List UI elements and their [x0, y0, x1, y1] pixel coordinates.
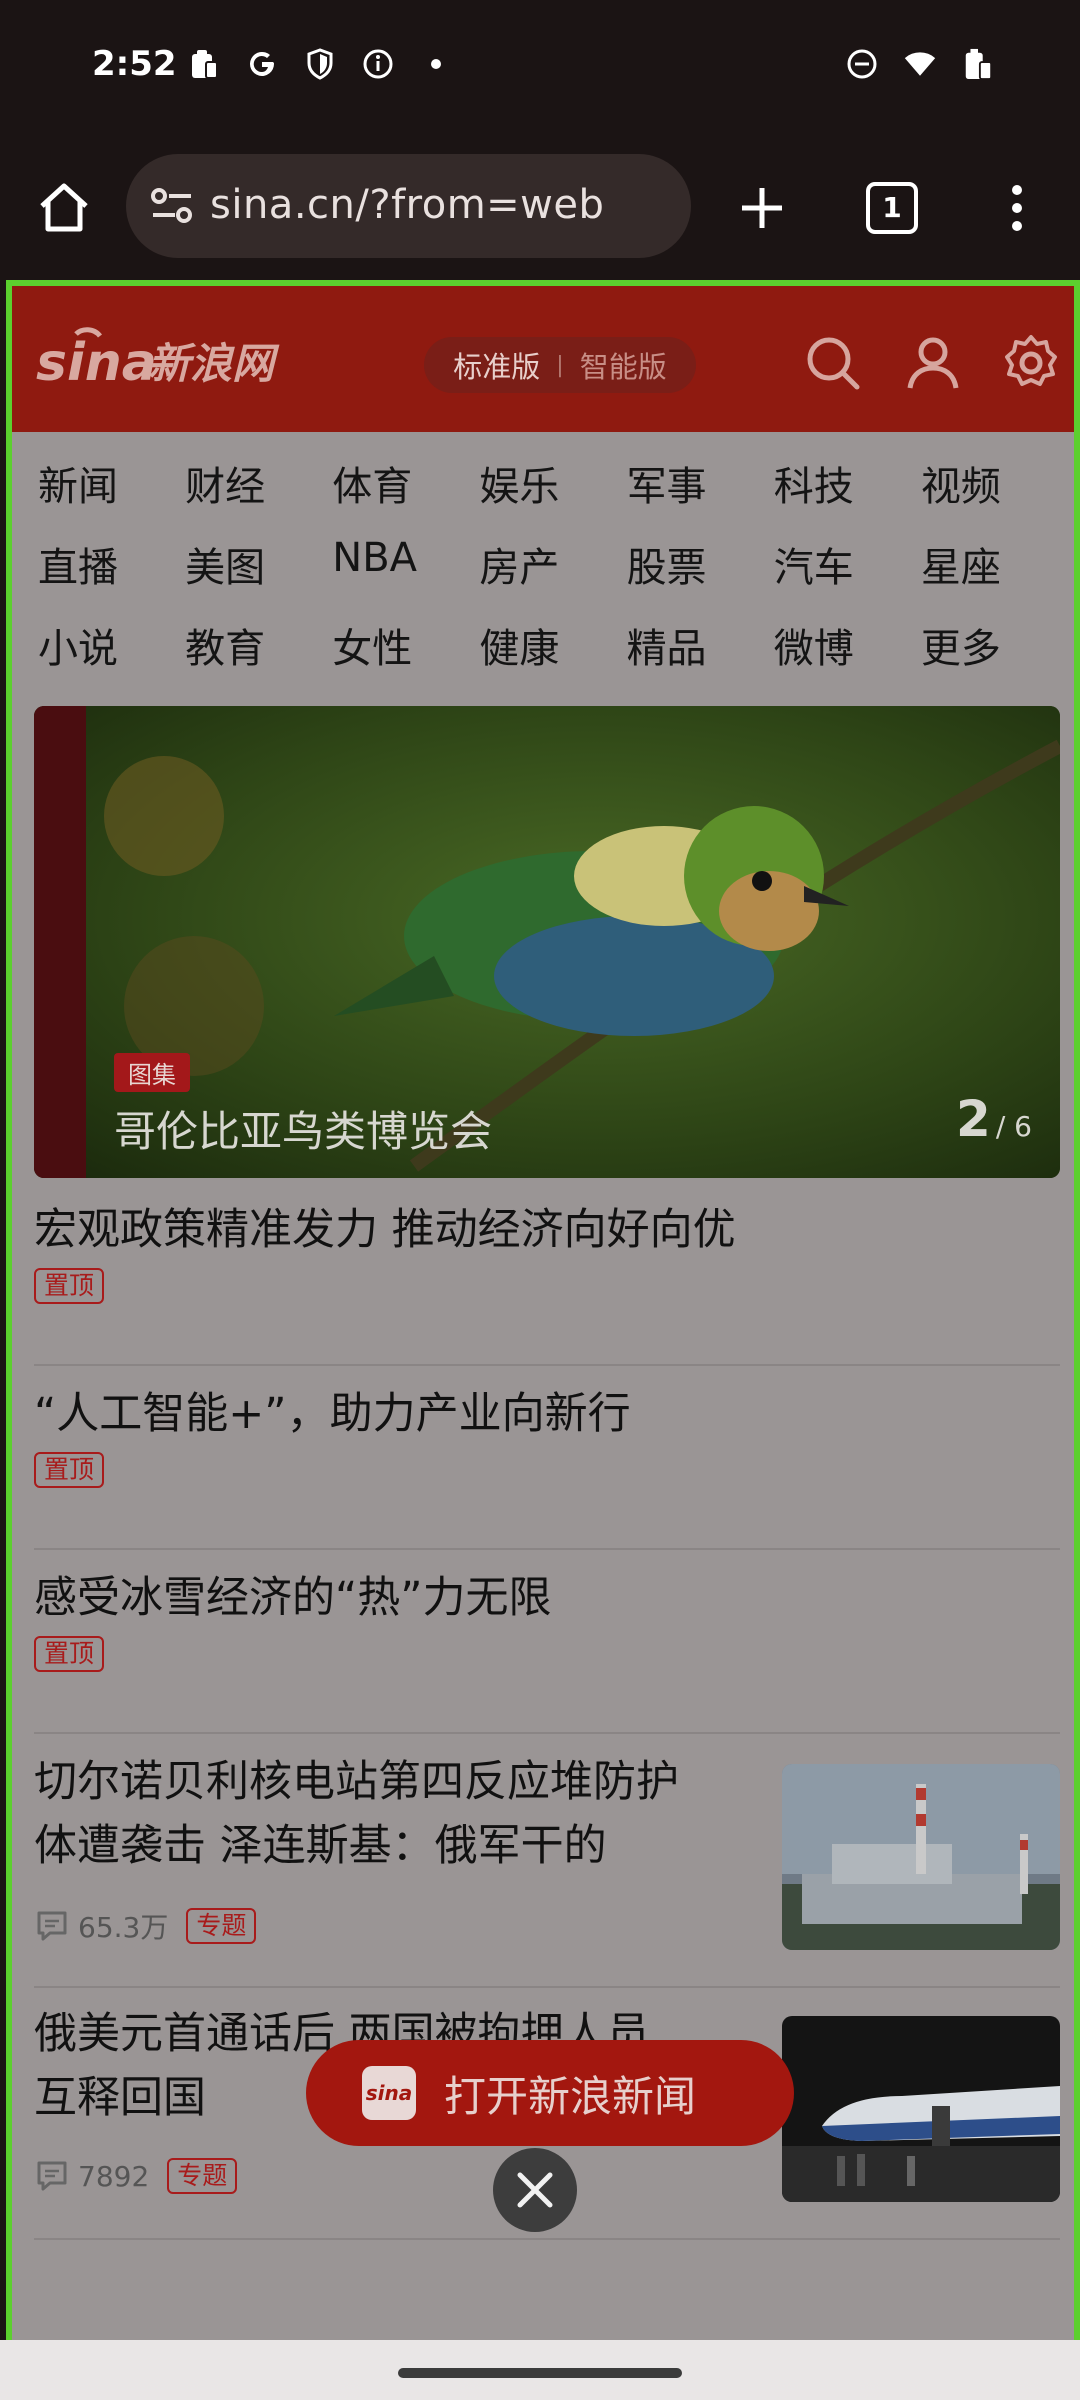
open-app-label: 打开新浪新闻 — [444, 2071, 697, 2121]
sina-app-icon: sina — [362, 2066, 416, 2120]
clipboard-icon — [188, 48, 220, 80]
nav-item-sports[interactable]: 体育 — [332, 454, 479, 535]
status-bar: 2:52 — [0, 0, 1080, 130]
user-icon[interactable] — [902, 332, 964, 394]
topic-tag: 专题 — [186, 1908, 257, 1944]
url-text[interactable]: sina.cn/?from=web — [210, 182, 604, 228]
comment-icon — [37, 2161, 67, 2191]
comment-count: 65.3万 — [78, 1911, 169, 1944]
search-icon[interactable] — [802, 332, 864, 394]
nav-item-premium[interactable]: 精品 — [627, 616, 774, 697]
home-icon — [40, 183, 88, 232]
tab-switcher-button[interactable]: 1 — [866, 182, 918, 234]
nav-item-education[interactable]: 教育 — [185, 616, 332, 697]
nav-item-novels[interactable]: 小说 — [38, 616, 185, 697]
nav-item-nba[interactable]: NBA — [332, 535, 479, 616]
dot-icon — [420, 48, 452, 80]
system-nav-bar — [0, 2340, 1080, 2400]
slide-counter: 2 / 6 — [956, 1090, 1032, 1148]
pinned-tag: 置顶 — [34, 1452, 105, 1488]
settings-gear-icon[interactable] — [1000, 332, 1062, 394]
slide-current: 2 — [955, 1090, 991, 1148]
ai-version-tab[interactable]: 智能版 — [580, 344, 667, 386]
shield-icon — [304, 48, 336, 80]
sina-header: sina 新浪网 标准版 | 智能版 — [12, 286, 1074, 432]
gesture-handle[interactable] — [398, 2368, 682, 2378]
nav-item-photos[interactable]: 美图 — [185, 535, 332, 616]
more-menu-button[interactable] — [1004, 182, 1030, 234]
nav-item-entertainment[interactable]: 娱乐 — [479, 454, 626, 535]
gallery-badge: 图集 — [114, 1053, 190, 1092]
plus-icon — [742, 188, 782, 228]
svg-text:新浪网: 新浪网 — [148, 339, 280, 388]
web-viewport: sina 新浪网 标准版 | 智能版 新闻 财经 体育 娱乐 军事 科技 视频 … — [6, 280, 1080, 2346]
sina-logo[interactable]: sina 新浪网 — [36, 322, 326, 400]
nav-item-video[interactable]: 视频 — [921, 454, 1068, 535]
standard-version-tab[interactable]: 标准版 — [453, 344, 540, 386]
new-tab-button[interactable] — [734, 180, 790, 236]
open-sina-news-button[interactable]: sina 打开新浪新闻 — [306, 2040, 794, 2146]
nav-item-more[interactable]: 更多 — [921, 616, 1068, 697]
news-title[interactable]: “人工智能+”，助力产业向新行 — [34, 1382, 1060, 1446]
news-item[interactable]: 切尔诺贝利核电站第四反应堆防护 体遭袭击 泽连斯基：俄军干的 65.3万 专题 — [34, 1750, 1060, 1988]
nav-item-finance[interactable]: 财经 — [185, 454, 332, 535]
news-title[interactable]: 感受冰雪经济的“热”力无限 — [34, 1566, 1060, 1630]
battery-icon — [962, 48, 994, 80]
dnd-icon — [846, 48, 878, 80]
clock: 2:52 — [92, 44, 177, 84]
nav-item-military[interactable]: 军事 — [627, 454, 774, 535]
comment-count: 7892 — [78, 2159, 150, 2193]
nav-item-live[interactable]: 直播 — [38, 535, 185, 616]
address-bar[interactable]: sina.cn/?from=web — [126, 154, 691, 258]
nav-item-tech[interactable]: 科技 — [774, 454, 921, 535]
close-banner-button[interactable] — [493, 2148, 577, 2232]
news-item[interactable]: “人工智能+”，助力产业向新行 置顶 — [34, 1382, 1060, 1550]
slideshow-title[interactable]: 哥伦比亚鸟类博览会 — [114, 1098, 492, 1159]
nav-item-auto[interactable]: 汽车 — [774, 535, 921, 616]
home-button[interactable] — [36, 180, 92, 236]
svg-text:sina: sina — [36, 333, 157, 393]
nav-item-women[interactable]: 女性 — [332, 616, 479, 697]
slide-total: / 6 — [995, 1110, 1032, 1143]
comment-icon — [37, 1911, 67, 1941]
close-icon — [517, 2172, 553, 2208]
nuclear-plant-thumbnail[interactable] — [782, 1764, 1060, 1950]
news-title[interactable]: 宏观政策精准发力 推动经济向好向优 — [34, 1198, 1060, 1262]
nav-item-astrology[interactable]: 星座 — [921, 535, 1068, 616]
pinned-tag: 置顶 — [34, 1636, 105, 1672]
nav-item-health[interactable]: 健康 — [479, 616, 626, 697]
nav-item-stocks[interactable]: 股票 — [627, 535, 774, 616]
channel-nav: 新闻 财经 体育 娱乐 军事 科技 视频 直播 美图 NBA 房产 股票 汽车 … — [38, 454, 1068, 697]
kebab-menu-icon — [1012, 185, 1022, 231]
nav-item-news[interactable]: 新闻 — [38, 454, 185, 535]
news-item[interactable]: 感受冰雪经济的“热”力无限 置顶 — [34, 1566, 1060, 1734]
pinned-tag: 置顶 — [34, 1268, 105, 1304]
nav-item-realestate[interactable]: 房产 — [479, 535, 626, 616]
nav-item-weibo[interactable]: 微博 — [774, 616, 921, 697]
version-toggle: 标准版 | 智能版 — [424, 337, 696, 393]
browser-toolbar: sina.cn/?from=web 1 — [0, 130, 1080, 280]
news-item[interactable]: 宏观政策精准发力 推动经济向好向优 置顶 — [34, 1198, 1060, 1366]
info-icon — [362, 48, 394, 80]
wifi-icon — [904, 48, 936, 80]
site-settings-icon[interactable] — [150, 186, 194, 226]
google-icon — [246, 48, 278, 80]
airplane-thumbnail[interactable] — [782, 2016, 1060, 2202]
version-separator: | — [556, 352, 564, 378]
photo-slideshow[interactable]: 图集 哥伦比亚鸟类博览会 2 / 6 — [34, 706, 1060, 1178]
topic-tag: 专题 — [167, 2158, 238, 2194]
